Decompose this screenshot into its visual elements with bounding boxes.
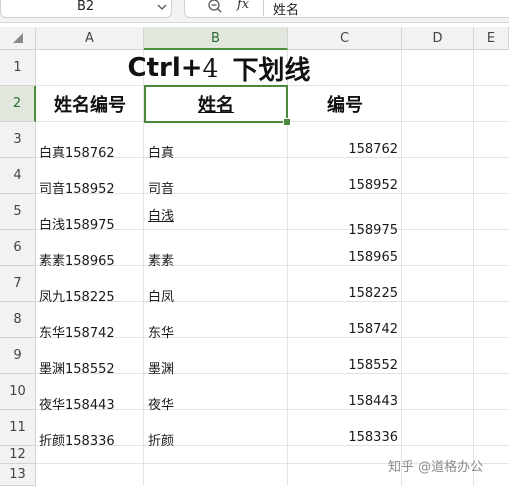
cell-id-name[interactable]: 墨渊158552 (39, 358, 143, 377)
cell-name[interactable]: 墨渊 (148, 358, 284, 377)
formula-bar: B2 fx 姓名 (0, 0, 509, 23)
column-header-b[interactable]: B (144, 27, 288, 50)
cell-id-name[interactable]: 白真158762 (39, 142, 143, 161)
header-label: 姓名编号 (54, 95, 126, 116)
column-header-e[interactable]: E (474, 27, 509, 50)
header-cell-id-name[interactable]: 姓名编号 (36, 86, 144, 122)
row-header-2[interactable]: 2 (0, 86, 36, 122)
row-header-8[interactable]: 8 (0, 302, 36, 338)
cell-number[interactable]: 158225 (288, 286, 398, 301)
name-box-value: B2 (77, 0, 95, 14)
row-header-4[interactable]: 4 (0, 158, 36, 194)
title-digit: 4 (202, 53, 219, 83)
cell-number[interactable]: 158443 (288, 394, 398, 409)
column-header-c[interactable]: C (288, 27, 402, 50)
cell-id-name[interactable]: 白浅158975 (39, 214, 143, 233)
cell-id-name[interactable]: 东华158742 (39, 322, 143, 341)
column-header-d[interactable]: D (402, 27, 474, 50)
row-header-7[interactable]: 7 (0, 266, 36, 302)
title-cell[interactable]: Ctrl+ 4 下划线 (36, 50, 402, 86)
row-header-3[interactable]: 3 (0, 122, 36, 158)
header-label: 编号 (327, 95, 363, 116)
watermark: 知乎 @道格办公 (388, 460, 484, 475)
cell-name[interactable]: 白浅 (148, 205, 284, 224)
header-cell-number[interactable]: 编号 (288, 86, 402, 122)
formula-input[interactable]: 姓名 (273, 0, 299, 18)
cell-number[interactable]: 158552 (288, 358, 398, 373)
formula-input-area: fx 姓名 (184, 0, 509, 18)
formula-divider (263, 0, 264, 16)
cell-number[interactable]: 158952 (288, 178, 398, 193)
row-header-5[interactable]: 5 (0, 194, 36, 230)
cell-number[interactable]: 158336 (288, 430, 398, 445)
title-action: 下划线 (232, 55, 311, 86)
cell-number[interactable]: 158975 (288, 223, 398, 238)
row-header-9[interactable]: 9 (0, 338, 36, 374)
cell-name[interactable]: 折颜 (148, 430, 284, 449)
title-keys: Ctrl+ (127, 53, 203, 83)
cell-name[interactable]: 东华 (148, 322, 284, 341)
name-box[interactable]: B2 (0, 0, 172, 18)
row-header-10[interactable]: 10 (0, 374, 36, 410)
cell-name[interactable]: 白真 (148, 142, 284, 161)
select-all-triangle-icon (13, 33, 23, 43)
row-header-12[interactable]: 12 (0, 446, 36, 464)
cell-number[interactable]: 158742 (288, 322, 398, 337)
zoom-out-icon[interactable] (207, 0, 223, 14)
row-header-11[interactable]: 11 (0, 410, 36, 446)
row-header-1[interactable]: 1 (0, 50, 36, 86)
select-all-corner[interactable] (0, 27, 36, 50)
chevron-down-icon[interactable] (155, 0, 169, 15)
row-header-13[interactable]: 13 (0, 464, 36, 486)
cell-id-name[interactable]: 凤九158225 (39, 286, 143, 305)
cell-id-name[interactable]: 素素158965 (39, 250, 143, 269)
cell-id-name[interactable]: 夜华158443 (39, 394, 143, 413)
cell-name[interactable]: 素素 (148, 250, 284, 269)
fx-label: fx (237, 0, 250, 12)
fx-icon[interactable]: fx (237, 0, 249, 12)
cell-number[interactable]: 158762 (288, 142, 398, 157)
cell-name[interactable]: 夜华 (148, 394, 284, 413)
cell-id-name[interactable]: 折颜158336 (39, 430, 143, 449)
column-header-a[interactable]: A (36, 27, 144, 50)
cell-number[interactable]: 158965 (288, 250, 398, 265)
row-header-6[interactable]: 6 (0, 230, 36, 266)
cell-name[interactable]: 白凤 (148, 286, 284, 305)
cell-selection-box (144, 85, 288, 123)
fill-handle[interactable] (283, 118, 291, 126)
grid-line (473, 50, 474, 486)
cell-name[interactable]: 司音 (148, 178, 284, 197)
cell-id-name[interactable]: 司音158952 (39, 178, 143, 197)
